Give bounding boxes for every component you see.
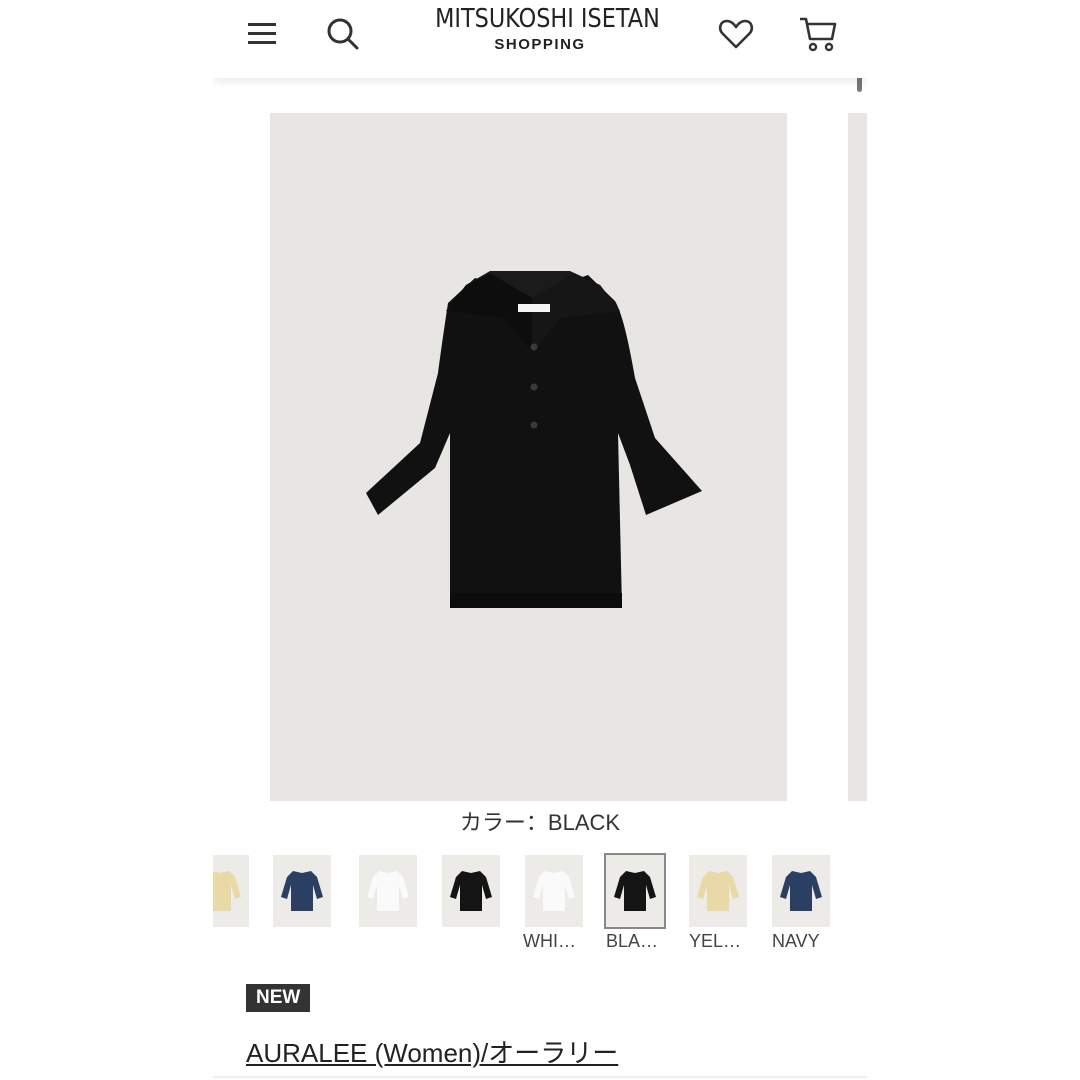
menu-button[interactable] (240, 12, 284, 56)
thumb-garment (450, 871, 492, 911)
cart-button[interactable] (796, 12, 840, 56)
thumb-garment (780, 871, 822, 911)
page-frame: MITSUKOSHI ISETAN SHOPPING カラー：BLACK WHI… (213, 0, 867, 1080)
logo-main-text: MITSUKOSHI ISETAN (435, 4, 660, 34)
site-logo[interactable]: MITSUKOSHI ISETAN SHOPPING (418, 4, 662, 53)
divider (213, 1076, 867, 1078)
thumb-garment (614, 871, 656, 911)
thumbnail-label-navy: NAVY (772, 931, 820, 951)
color-caption: カラー：BLACK (459, 810, 621, 835)
thumbnail-label-yellow: YEL… (689, 931, 742, 951)
favorite-button[interactable] (714, 12, 758, 56)
cart-icon (800, 17, 837, 52)
thumbnail-white-2[interactable] (525, 855, 583, 927)
search-icon (327, 18, 359, 50)
brand-link[interactable]: AURALEE (Women)/オーラリー (246, 1033, 618, 1070)
thumbnail-white[interactable] (359, 855, 417, 927)
thumbnail-label-white: WHI… (523, 931, 576, 951)
next-image-preview[interactable] (848, 113, 867, 801)
garment-illustration (366, 271, 702, 608)
thumb-garment (367, 871, 409, 911)
menu-icon (248, 23, 276, 44)
new-badge: NEW (246, 984, 311, 1012)
color-thumbnail-strip: WHI… BLA… YEL… NAVY (213, 853, 867, 955)
logo-sub-text: SHOPPING (494, 36, 586, 53)
thumbnail-navy-2[interactable] (772, 855, 830, 927)
thumbnail-black-selected[interactable] (604, 853, 666, 929)
thumbnail-navy[interactable] (273, 855, 331, 927)
site-header: MITSUKOSHI ISETAN SHOPPING (213, 0, 867, 78)
thumbnail-yellow[interactable] (689, 855, 747, 927)
thumb-garment (213, 871, 241, 911)
search-button[interactable] (321, 12, 365, 56)
product-main-image[interactable] (270, 113, 787, 801)
thumb-garment (697, 871, 739, 911)
thumbnail-yellow-partial[interactable] (213, 855, 249, 927)
heart-icon (718, 19, 754, 49)
thumb-garment (533, 871, 575, 911)
thumbnail-label-black: BLA… (606, 931, 659, 951)
thumbnail-black[interactable] (442, 855, 500, 927)
thumb-garment (281, 871, 323, 911)
